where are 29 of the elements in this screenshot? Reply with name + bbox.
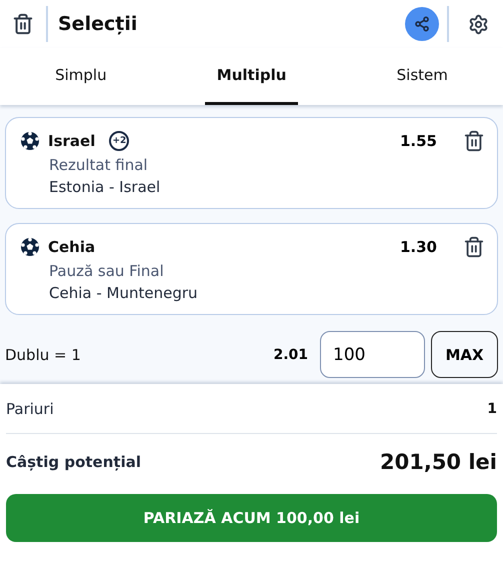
- place-bet-button[interactable]: PARIAZĂ ACUM 100,00 lei: [6, 494, 497, 542]
- bet-type-tab[interactable]: Simplu: [43, 48, 119, 105]
- share-icon: [414, 16, 430, 32]
- team-name: Cehia: [48, 238, 96, 256]
- trash-icon[interactable]: [463, 130, 485, 152]
- odds-value: 1.30: [400, 238, 437, 256]
- bet-type-tab[interactable]: Sistem: [384, 48, 460, 105]
- max-button[interactable]: MAX: [431, 331, 498, 378]
- summary-value: 201,50 lei: [380, 450, 497, 474]
- summary-label: Pariuri: [6, 400, 54, 418]
- extra-count-badge: +2: [109, 131, 130, 151]
- market-name: Rezultat final: [48, 156, 149, 174]
- trash-icon: [12, 13, 34, 35]
- combination-label: Dublu = 1: [5, 346, 82, 364]
- event-name: Estonia - Israel: [48, 178, 162, 196]
- summary-label: Câștig potențial: [6, 453, 141, 471]
- soccer-ball-icon: [20, 131, 40, 151]
- trash-icon[interactable]: [463, 236, 485, 258]
- panel-title: Selecții: [58, 13, 138, 35]
- summary-value: 1: [487, 400, 497, 416]
- team-name: Israel: [48, 132, 96, 150]
- odds-value: 1.55: [400, 132, 437, 150]
- share-button[interactable]: [405, 7, 439, 41]
- total-odds: 2.01: [273, 346, 308, 362]
- market-name: Pauză sau Final: [48, 262, 165, 280]
- event-name: Cehia - Muntenegru: [48, 284, 199, 302]
- settings-icon: [468, 14, 488, 34]
- stake-field[interactable]: 100: [320, 331, 425, 378]
- soccer-ball-icon: [20, 237, 40, 257]
